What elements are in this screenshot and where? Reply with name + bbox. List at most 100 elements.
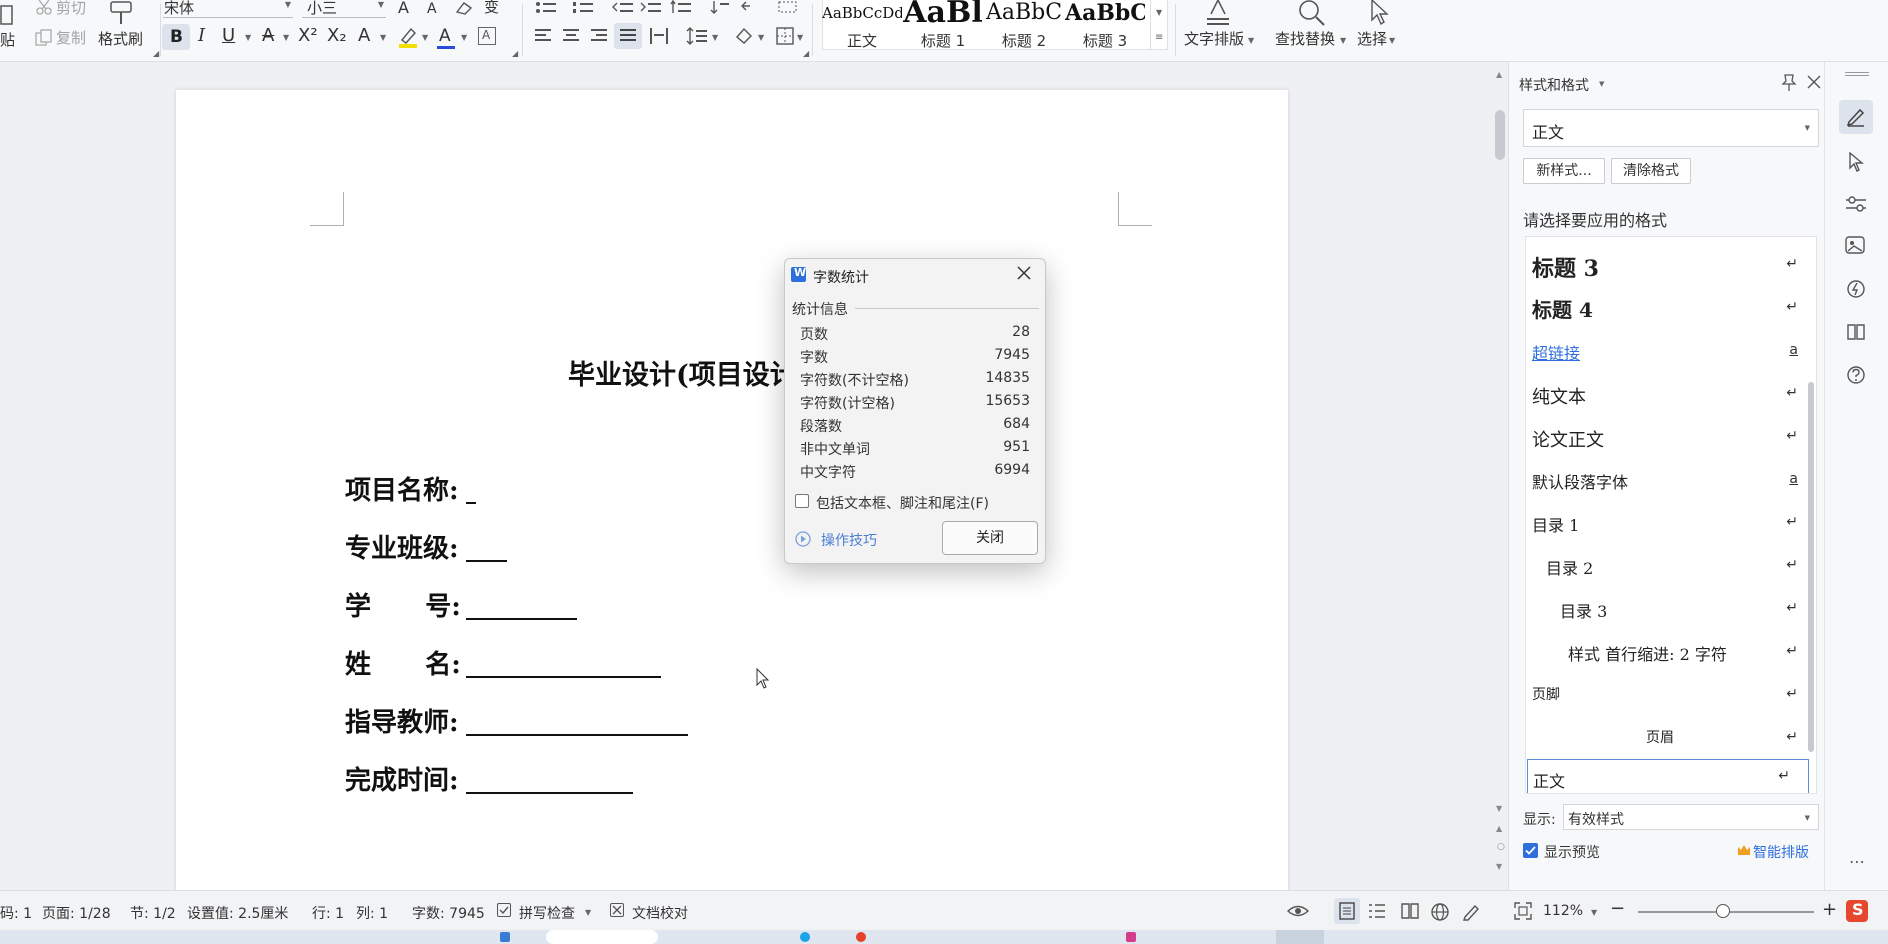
browse-object-icon[interactable]: ○ (1497, 842, 1505, 852)
dialog-titlebar[interactable]: W 字数统计 (785, 259, 1045, 289)
status-word-count[interactable]: 字数: 7945 (412, 903, 485, 923)
select-arrow-icon[interactable] (1847, 152, 1865, 172)
chevron-down-icon[interactable]: ▼ (1599, 80, 1604, 88)
line-spacing-icon[interactable] (686, 26, 708, 46)
bullet-list-icon[interactable] (535, 0, 557, 14)
pin-icon[interactable] (1781, 74, 1797, 92)
help-icon[interactable] (1846, 365, 1866, 385)
underline-icon[interactable]: U (222, 27, 235, 45)
style-card-heading2[interactable]: AaBbC 标题 2 (984, 0, 1064, 50)
read-book-icon[interactable] (1846, 322, 1866, 342)
spell-check-icon[interactable] (497, 903, 511, 917)
borders-icon[interactable] (776, 27, 794, 45)
clear-format-button[interactable]: 清除格式 (1611, 158, 1691, 184)
style-item-toc3[interactable]: 目录 3 ↵ (1526, 589, 1816, 629)
show-preview-label[interactable]: 显示预览 (1544, 842, 1600, 862)
chevron-down-icon[interactable]: ▼ (712, 33, 718, 42)
zoom-out-icon[interactable]: − (1610, 898, 1625, 919)
align-left-icon[interactable] (534, 27, 552, 45)
chevron-down-icon[interactable]: ▼ (1340, 36, 1346, 45)
grow-font-icon[interactable]: A (398, 0, 409, 16)
style-item-default-font[interactable]: 默认段落字体 a (1526, 460, 1816, 500)
font-name-select[interactable]: 宋体 ▼ (163, 0, 293, 18)
zoom-slider-thumb[interactable] (1716, 904, 1730, 918)
style-item-toc1[interactable]: 目录 1 ↵ (1526, 503, 1816, 543)
increase-indent-icon[interactable] (640, 0, 662, 14)
close-icon[interactable] (1807, 75, 1821, 89)
align-right-icon[interactable] (590, 27, 608, 45)
format-painter-button[interactable]: 格式刷 (98, 32, 143, 47)
text-layout-button[interactable]: 文字排版 (1184, 32, 1244, 47)
table-border-icon[interactable] (778, 0, 798, 14)
style-card-heading3[interactable]: AaBbC 标题 3 (1065, 0, 1145, 50)
prev-page-icon[interactable]: ▲ (1496, 824, 1502, 833)
document-area[interactable] (0, 62, 1488, 890)
find-replace-button[interactable]: 查找替换 (1275, 32, 1335, 47)
highlight-icon[interactable] (397, 26, 419, 48)
include-textbox-checkbox[interactable] (795, 494, 809, 508)
ai-assistant-icon[interactable] (1846, 279, 1866, 299)
more-options-icon[interactable]: ⋯ (1849, 852, 1865, 871)
numbered-list-icon[interactable] (572, 0, 594, 14)
chevron-down-icon[interactable]: ▼ (422, 33, 428, 42)
web-view-icon[interactable] (1430, 902, 1450, 922)
writing-mode-icon[interactable] (1462, 902, 1482, 922)
include-textbox-label[interactable]: 包括文本框、脚注和尾注(F) (816, 493, 989, 513)
format-painter-icon[interactable] (108, 0, 134, 26)
close-button[interactable]: 关闭 (942, 521, 1038, 555)
style-card-heading1[interactable]: AaBl 标题 1 (903, 0, 983, 50)
taskbar-app-icon[interactable] (500, 932, 510, 942)
eraser-icon[interactable] (454, 0, 474, 16)
zoom-level[interactable]: 112% (1543, 903, 1583, 919)
style-item-hyperlink[interactable]: 超链接 a (1526, 331, 1816, 371)
document-scrollbar[interactable]: ▲ ▼ ▲ ○ ▼ (1492, 62, 1508, 890)
scroll-up-icon[interactable]: ▲ (1496, 70, 1502, 79)
image-tool-icon[interactable] (1845, 236, 1867, 256)
style-format-tool-button[interactable] (1839, 100, 1873, 134)
chevron-down-icon[interactable]: ▼ (380, 33, 386, 42)
paste-icon[interactable] (0, 4, 14, 26)
show-preview-checkbox[interactable] (1523, 843, 1538, 858)
chevron-down-icon[interactable]: ▼ (758, 33, 764, 42)
tips-link[interactable]: 操作技巧 (821, 530, 877, 550)
italic-icon[interactable]: I (198, 27, 205, 45)
eye-protection-icon[interactable] (1286, 901, 1310, 921)
close-icon[interactable] (1016, 265, 1032, 281)
current-style-select[interactable]: 正文 ▼ (1523, 109, 1819, 147)
smart-layout-link[interactable]: 智能排版 (1753, 842, 1809, 862)
chevron-down-icon[interactable]: ▼ (797, 33, 803, 42)
wps-app-icon[interactable]: S (1846, 900, 1868, 922)
document-title[interactable]: 毕业设计(项目设计 (568, 353, 797, 392)
superscript-icon[interactable]: X² (298, 27, 318, 45)
text-layout-icon[interactable] (1205, 0, 1231, 26)
next-page-icon[interactable]: ▼ (1496, 862, 1502, 871)
proofread-icon[interactable] (610, 903, 624, 917)
font-size-select[interactable]: 小三 ▼ (302, 0, 386, 18)
strikethrough-icon[interactable]: A (262, 27, 274, 45)
find-replace-icon[interactable] (1297, 0, 1327, 26)
style-item-header[interactable]: 页眉 ↵ (1526, 718, 1816, 758)
style-item-normal[interactable]: 正文 ↵ (1527, 759, 1809, 793)
style-list-scrollbar[interactable] (1808, 382, 1814, 752)
shrink-font-icon[interactable]: A (427, 2, 437, 16)
style-item-first-indent[interactable]: 样式 首行缩进: 2 字符 ↵ (1526, 632, 1816, 672)
page-view-button[interactable] (1334, 898, 1360, 924)
proofread-button[interactable]: 文档校对 (632, 903, 688, 923)
chevron-down-icon[interactable]: ▼ (585, 908, 591, 917)
select-cursor-icon[interactable] (1367, 0, 1391, 26)
style-item-heading3[interactable]: 标题 3 ↵ (1526, 245, 1816, 285)
style-card-normal[interactable]: AaBbCcDd 正文 (822, 0, 902, 50)
sort-icon[interactable] (710, 0, 730, 14)
select-button[interactable]: 选择 (1357, 32, 1387, 47)
text-effect-icon[interactable]: A (358, 27, 370, 45)
style-item-footer[interactable]: 页脚 ↵ (1526, 675, 1816, 715)
chevron-down-icon[interactable]: ▼ (245, 33, 251, 42)
direction-icon[interactable] (740, 0, 760, 14)
style-item-toc2[interactable]: 目录 2 ↵ (1526, 546, 1816, 586)
zoom-in-icon[interactable]: + (1822, 899, 1837, 920)
char-border-icon[interactable]: A (478, 27, 496, 45)
chevron-down-icon[interactable]: ▼ (1591, 908, 1597, 917)
reading-view-icon[interactable] (1400, 902, 1420, 920)
shading-icon[interactable] (734, 26, 756, 46)
scroll-down-icon[interactable]: ▼ (1496, 804, 1502, 813)
